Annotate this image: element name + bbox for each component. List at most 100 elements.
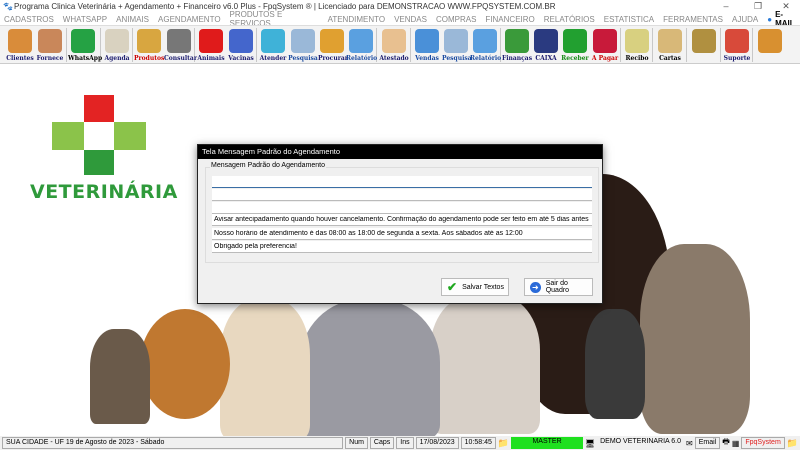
toolbar-label: Animais — [197, 55, 225, 62]
toolbar-exit-door-button[interactable] — [754, 27, 786, 63]
dog-image-2 — [220, 299, 310, 436]
calculator-icon[interactable]: ▦ — [732, 439, 740, 448]
toolbar-fornece-button[interactable]: Fornece — [36, 27, 64, 63]
kitten-image — [90, 329, 150, 424]
toolbar-label: Produtos — [134, 55, 165, 62]
menu-animais[interactable]: ANIMAIS — [116, 15, 149, 24]
status-company: DEMO VETERINARIA 6.0 — [597, 437, 685, 449]
toolbar-animais-button[interactable]: Animais — [196, 27, 226, 63]
message-line-4[interactable] — [212, 214, 592, 226]
toolbar-vacinas-button[interactable]: Vacinas — [226, 27, 256, 63]
status-user: MASTER — [511, 437, 583, 449]
minimize-button[interactable]: – — [712, 0, 740, 13]
status-num: Num — [345, 437, 368, 449]
toolbar-whatsapp-button[interactable]: WhatsApp — [68, 27, 103, 63]
exit-dialog-label: Sair do Quadro — [545, 280, 570, 294]
toolbar-label: Pesquisa — [288, 55, 318, 62]
toolbar-suporte-button[interactable]: Suporte — [722, 27, 752, 63]
toolbar-separator — [620, 28, 621, 62]
status-date: 17/08/2023 — [415, 437, 459, 449]
message-line-2[interactable] — [212, 189, 592, 201]
cashbook-icon — [534, 29, 558, 53]
menu-compras[interactable]: COMPRAS — [436, 15, 476, 24]
toolbar-label: Finanças — [502, 55, 533, 62]
menu-whatsapp[interactable]: WHATSAPP — [63, 15, 107, 24]
toolbar-label: A Pagar — [591, 55, 619, 62]
toolbar-atender-button[interactable]: Atender — [258, 27, 288, 63]
toolbar-coin-button[interactable] — [688, 27, 720, 63]
email-icon[interactable]: ✉ — [686, 439, 693, 448]
toolbar-separator — [720, 28, 721, 62]
message-line-5[interactable] — [212, 228, 592, 240]
toolbar-relat-rio-button[interactable]: Relatório — [346, 27, 377, 63]
folder-icon[interactable]: 📁 — [787, 438, 798, 449]
toolbar-label: Atender — [259, 55, 287, 62]
toolbar-a-pagar-button[interactable]: A Pagar — [590, 27, 620, 63]
toolbar-label: Cartas — [659, 55, 681, 62]
arrow-right-icon: ➜ — [530, 281, 541, 293]
paw-plus-icon — [261, 29, 285, 53]
toolbar-label: Vendas — [415, 55, 439, 62]
supplier-icon — [38, 29, 62, 53]
status-email-button[interactable]: Email — [694, 437, 721, 449]
boxes-icon — [137, 29, 161, 53]
logo-red-square — [84, 95, 114, 122]
toolbar-separator — [686, 28, 687, 62]
logo-right-square — [114, 122, 146, 150]
sphynx-cat-image — [585, 309, 645, 419]
save-texts-button[interactable]: ✔ Salvar Textos — [441, 278, 509, 296]
message-line-6[interactable] — [212, 241, 592, 253]
toolbar-recibo-button[interactable]: Recibo — [622, 27, 652, 63]
status-brand[interactable]: FpqSystem — [741, 437, 785, 449]
toolbar-label: Recibo — [625, 55, 649, 62]
toolbar-label: Relatório — [470, 55, 502, 62]
toolbar-vendas-button[interactable]: Vendas — [412, 27, 442, 63]
toolbar-pesquisa-button[interactable]: Pesquisa — [442, 27, 472, 63]
pomeranian-image — [140, 309, 230, 419]
toolbar-clientes-button[interactable]: Clientes — [6, 27, 34, 63]
toolbar-cartas-button[interactable]: Cartas — [654, 27, 686, 63]
toolbar-label: WhatsApp — [68, 55, 103, 62]
toolbar-label: Consultar — [164, 55, 197, 62]
message-line-1[interactable] — [212, 176, 592, 188]
menu-relat-rios[interactable]: RELATÓRIOS — [544, 15, 595, 24]
printer-icon[interactable]: 🖶 — [722, 436, 730, 450]
exit-dialog-button[interactable]: ➜ Sair do Quadro — [524, 278, 593, 296]
menu-agendamento[interactable]: AGENDAMENTO — [158, 15, 221, 24]
toolbar-receber-button[interactable]: Receber — [560, 27, 590, 63]
toolbar-procurar-button[interactable]: Procurar — [318, 27, 348, 63]
bulldog-image — [430, 294, 540, 434]
toolbar-caixa-button[interactable]: CAIXA — [532, 27, 560, 63]
toolbar-consultar-button[interactable]: Consultar — [164, 27, 197, 63]
toolbar-pesquisa-button[interactable]: Pesquisa — [288, 27, 318, 63]
toolbar-agenda-button[interactable]: Agenda — [102, 27, 132, 63]
toolbar-atestado-button[interactable]: Atestado — [378, 27, 410, 63]
message-line-3[interactable] — [212, 202, 592, 214]
logo-left-square — [52, 122, 84, 150]
logo-bottom-square — [84, 150, 114, 175]
menu-ferramentas[interactable]: FERRAMENTAS — [663, 15, 723, 24]
status-time: 10:58:45 — [460, 437, 496, 449]
paw-icon — [199, 29, 223, 53]
toolbar-separator — [66, 28, 67, 62]
menu-estatistica[interactable]: ESTATISTICA — [604, 15, 654, 24]
toolbar-separator — [256, 28, 257, 62]
paw-app-icon: 🐾 — [3, 2, 13, 11]
search-doc-icon — [291, 29, 315, 53]
menu-financeiro[interactable]: FINANCEIRO — [485, 15, 534, 24]
menu-vendas[interactable]: VENDAS — [394, 15, 427, 24]
menu-ajuda[interactable]: AJUDA — [732, 15, 758, 24]
toolbar-finan-as-button[interactable]: Finanças — [502, 27, 532, 63]
menu-atendimento[interactable]: ATENDIMENTO — [328, 15, 385, 24]
status-city-date: SUA CIDADE - UF 19 de Agosto de 2023 - S… — [2, 437, 344, 449]
menu-cadastros[interactable]: CADASTROS — [4, 15, 54, 24]
toolbar-label: Fornece — [36, 55, 64, 62]
toolbar-produtos-button[interactable]: Produtos — [134, 27, 164, 63]
syringe-icon — [229, 29, 253, 53]
folder-icon — [320, 29, 344, 53]
whatsapp-icon — [71, 29, 95, 53]
toolbar-separator — [132, 28, 133, 62]
toolbar-relat-rio-button[interactable]: Relatório — [470, 27, 502, 63]
search-doc-icon — [444, 29, 468, 53]
exit-door-icon — [758, 29, 782, 53]
